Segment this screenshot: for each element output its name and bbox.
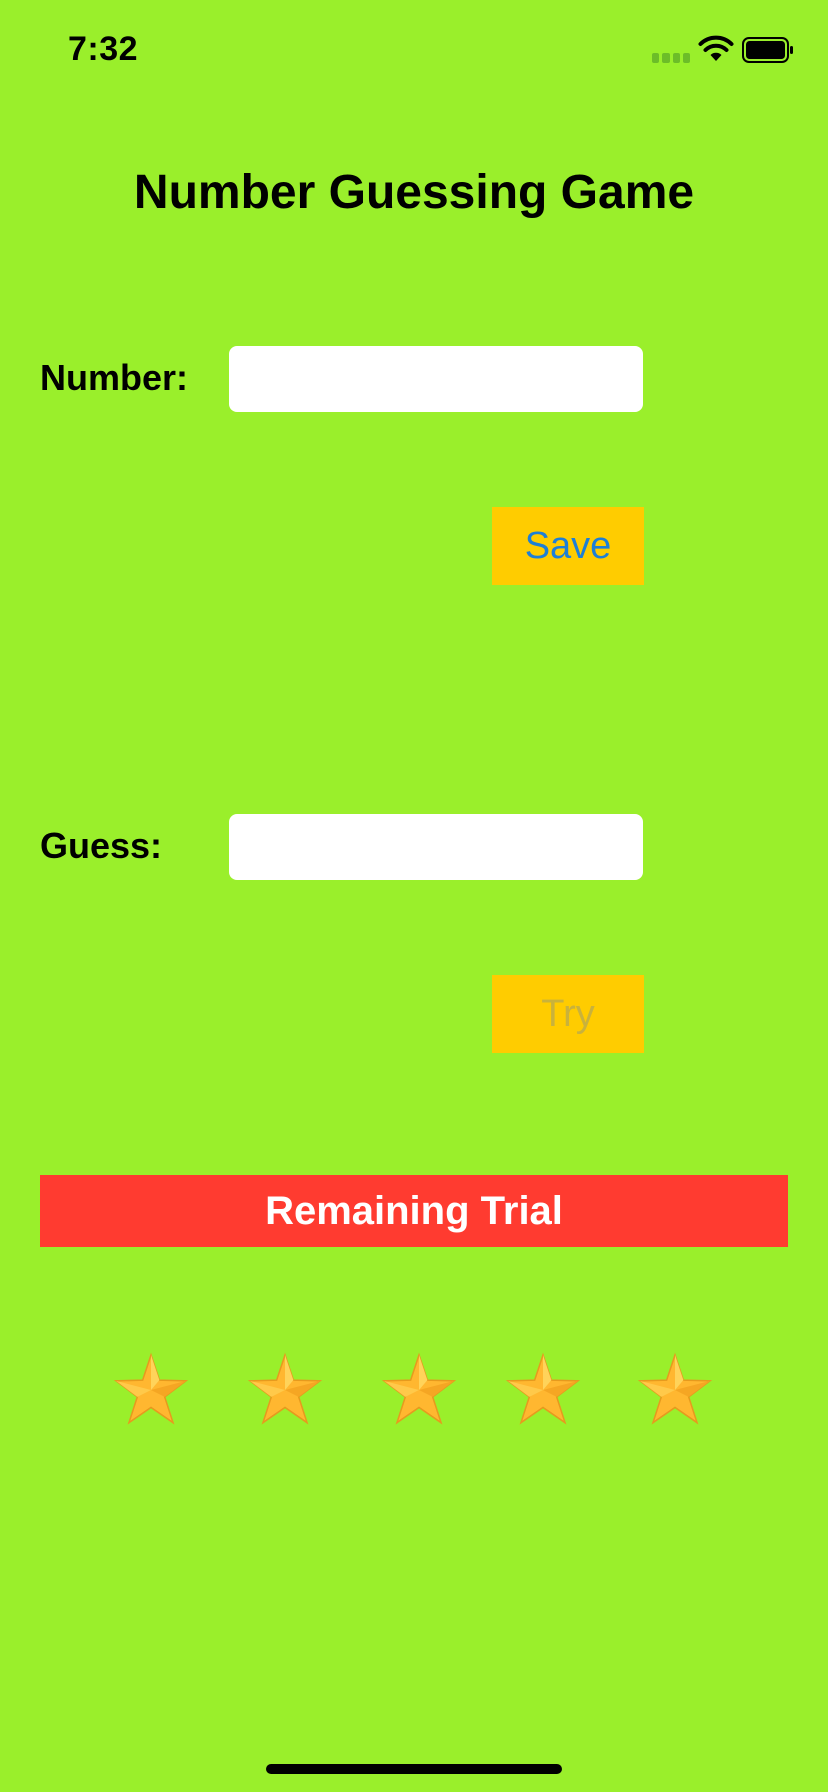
status-time: 7:32 [68, 30, 139, 68]
star-icon [113, 1352, 189, 1425]
star-icon [505, 1352, 581, 1425]
save-button[interactable]: Save [492, 507, 644, 585]
star-icon [637, 1352, 713, 1425]
star-icon [247, 1352, 323, 1425]
signal-icon [652, 53, 690, 63]
star-icon [381, 1352, 457, 1425]
remaining-trial-banner: Remaining Trial [40, 1175, 788, 1247]
number-label: Number: [40, 357, 189, 398]
guess-label: Guess: [40, 825, 163, 866]
wifi-icon [698, 35, 734, 61]
try-button[interactable]: Try [492, 975, 644, 1053]
number-input[interactable] [229, 346, 643, 412]
page-title: Number Guessing Game [133, 166, 695, 219]
home-indicator[interactable] [266, 1764, 562, 1774]
status-bar: 7:32 [0, 0, 828, 100]
guess-input[interactable] [229, 814, 643, 880]
battery-icon [742, 37, 793, 63]
